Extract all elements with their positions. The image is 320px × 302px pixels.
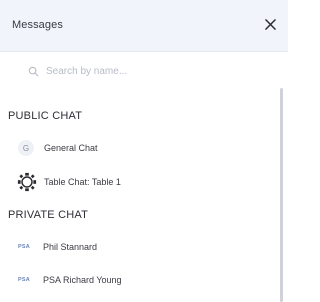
chat-item-label: Phil Stannard (43, 242, 98, 252)
psa-badge: PSA (18, 244, 30, 250)
section-title-private-chat: PRIVATE CHAT (8, 209, 89, 221)
close-button[interactable] (258, 12, 282, 36)
chat-item-label: General Chat (44, 143, 98, 153)
messages-header: Messages (0, 0, 288, 52)
table-icon (16, 171, 38, 193)
chat-item-phil-stannard[interactable]: PSA Phil Stannard (18, 236, 268, 258)
chat-item-richard-young[interactable]: PSA PSA Richard Young (18, 269, 268, 291)
section-title-public-chat: PUBLIC CHAT (8, 110, 83, 122)
search-input[interactable] (46, 62, 216, 80)
search-icon (28, 65, 40, 77)
chat-item-label: PSA Richard Young (43, 275, 122, 285)
close-icon (264, 18, 276, 30)
search-bar (28, 60, 228, 82)
scrollbar[interactable] (280, 88, 283, 302)
avatar: G (18, 140, 34, 156)
psa-badge: PSA (18, 277, 30, 283)
chat-item-table-1[interactable]: Table Chat: Table 1 (16, 171, 268, 193)
chat-item-label: Table Chat: Table 1 (44, 177, 121, 187)
chat-item-general[interactable]: G General Chat (18, 137, 268, 159)
panel-title: Messages (12, 19, 63, 31)
